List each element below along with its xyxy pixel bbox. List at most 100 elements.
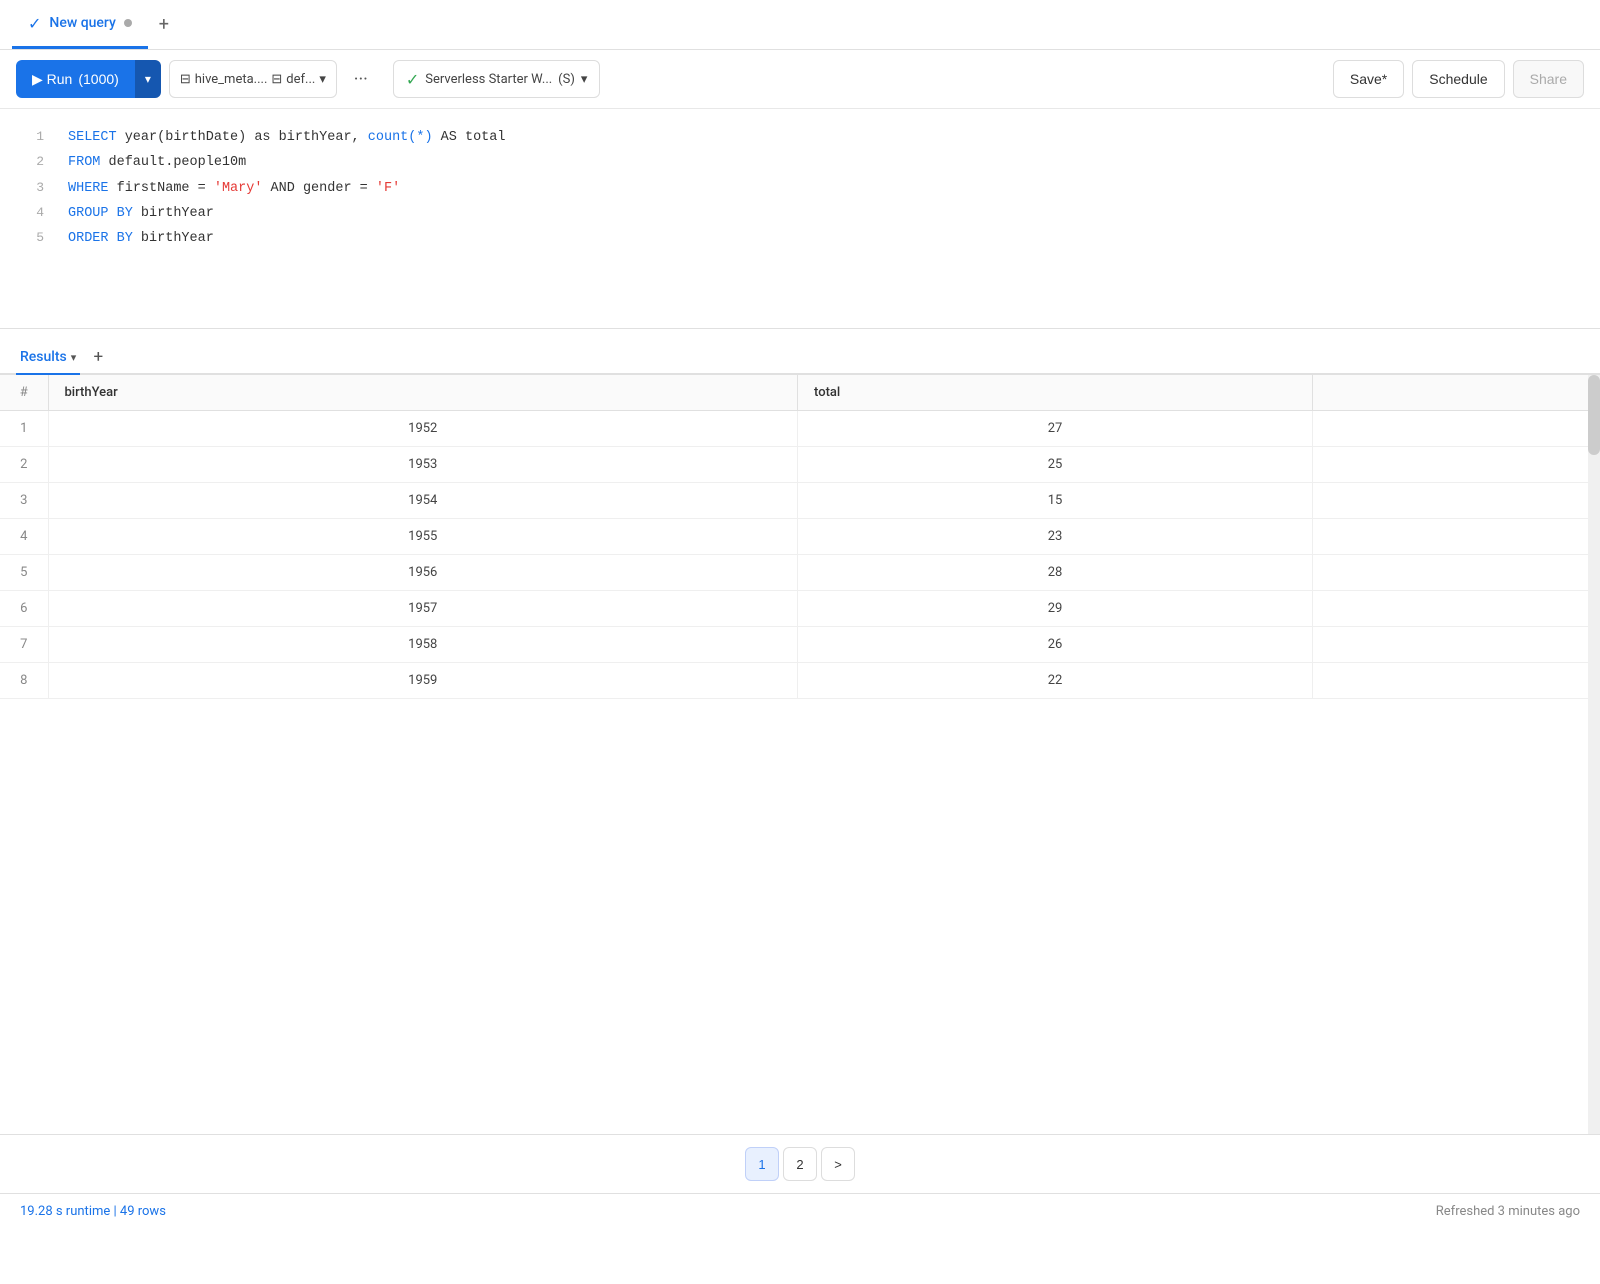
line-content: ORDER BY birthYear [68,227,214,251]
cell-empty [1313,627,1600,663]
tab-title: New query [49,15,115,31]
warehouse-check-icon: ✓ [406,70,419,89]
code-line: 4 GROUP BY birthYear [0,201,1600,226]
line-number: 2 [16,150,44,173]
scrollbar-track[interactable] [1588,375,1600,1134]
tab-unsaved-dot [124,19,132,27]
code-line: 3WHERE firstName = 'Mary' AND gender = '… [0,176,1600,201]
warehouse-size: (S) [558,72,575,87]
code-editor[interactable]: 1 SELECT year(birthDate) as birthYear, co… [0,109,1600,329]
code-token-plain: birthYear [133,231,214,246]
line-content: FROM default.people10m [68,151,246,175]
db-name: hive_meta.... [195,72,268,87]
cell-birthYear: 1958 [48,627,798,663]
more-options-button[interactable]: ··· [345,60,377,98]
refreshed-status: Refreshed 3 minutes ago [1436,1204,1580,1219]
db-sep-icon: ⊟ [271,72,282,87]
database-selector[interactable]: ⊟ hive_meta.... ⊟ def... ▾ [169,60,337,98]
warehouse-selector[interactable]: ✓ Serverless Starter W... (S) ▾ [393,60,601,98]
line-content: GROUP BY birthYear [68,202,214,226]
results-tabs: Results ▾ + [0,329,1600,375]
table-row: 5195628 [0,555,1600,591]
cell-empty [1313,483,1600,519]
scrollbar-thumb[interactable] [1588,375,1600,455]
share-button: Share [1513,60,1584,98]
line-number: 4 [16,201,44,224]
column-header-empty [1313,375,1600,411]
runtime-status: 19.28 s runtime | 49 rows [20,1204,166,1219]
cell-num: 6 [0,591,48,627]
results-tab[interactable]: Results ▾ [16,341,80,375]
code-line: 1 SELECT year(birthDate) as birthYear, co… [0,125,1600,150]
cell-num: 2 [0,447,48,483]
code-token-plain: year(birthDate) as birthYear, [117,130,368,145]
cell-empty [1313,411,1600,447]
save-button[interactable]: Save* [1333,60,1404,98]
results-table-wrapper: #birthYeartotal 119522721953253195415419… [0,375,1600,1134]
results-section: Results ▾ + #birthYeartotal 119522721953… [0,329,1600,1193]
dropdown-arrow-icon: ▾ [145,72,151,86]
code-token-keyword: SELECT [68,130,117,145]
code-token-fn: count(*) [368,130,433,145]
cell-total: 22 [798,663,1313,699]
results-chevron-icon: ▾ [71,351,77,364]
code-line: 2 FROM default.people10m [0,150,1600,175]
warehouse-chevron-icon: ▾ [581,72,588,87]
line-number: 3 [16,176,44,199]
code-token-string: 'F' [376,181,400,196]
table-row: 1195227 [0,411,1600,447]
code-token-keyword: GROUP BY [68,206,133,221]
line-content: SELECT year(birthDate) as birthYear, cou… [68,126,506,150]
cell-empty [1313,591,1600,627]
tab-check-icon: ✓ [28,14,41,33]
query-tab[interactable]: ✓ New query [12,0,148,49]
cell-total: 23 [798,519,1313,555]
cell-birthYear: 1952 [48,411,798,447]
cell-birthYear: 1953 [48,447,798,483]
table-row: 8195922 [0,663,1600,699]
column-header-#: # [0,375,48,411]
cell-birthYear: 1954 [48,483,798,519]
cell-num: 5 [0,555,48,591]
next-page-button[interactable]: > [821,1147,855,1181]
cell-num: 4 [0,519,48,555]
tab-bar: ✓ New query + [0,0,1600,50]
cell-total: 15 [798,483,1313,519]
cell-total: 25 [798,447,1313,483]
cell-empty [1313,519,1600,555]
code-token-string: 'Mary' [214,181,263,196]
table-row: 3195415 [0,483,1600,519]
status-bar: 19.28 s runtime | 49 rows Refreshed 3 mi… [0,1193,1600,1229]
run-button-group: ▶ Run (1000) ▾ [16,60,161,98]
code-token-keyword: FROM [68,155,100,170]
page-button-2[interactable]: 2 [783,1147,817,1181]
cell-birthYear: 1956 [48,555,798,591]
cell-num: 1 [0,411,48,447]
cell-total: 26 [798,627,1313,663]
cell-num: 3 [0,483,48,519]
run-button[interactable]: ▶ Run (1000) [16,60,135,98]
toolbar: ▶ Run (1000) ▾ ⊟ hive_meta.... ⊟ def... … [0,50,1600,109]
cell-total: 28 [798,555,1313,591]
code-token-plain: firstName = [109,181,214,196]
page-button-1[interactable]: 1 [745,1147,779,1181]
db-chevron-icon: ▾ [319,72,326,87]
cell-total: 27 [798,411,1313,447]
line-number: 1 [16,125,44,148]
column-header-birthyear: birthYear [48,375,798,411]
cell-total: 29 [798,591,1313,627]
column-header-total: total [798,375,1313,411]
table-row: 6195729 [0,591,1600,627]
schedule-button[interactable]: Schedule [1412,60,1504,98]
run-dropdown-button[interactable]: ▾ [135,60,161,98]
cell-empty [1313,663,1600,699]
new-tab-button[interactable]: + [148,9,180,41]
add-result-tab-button[interactable]: + [84,343,112,371]
code-token-keyword: ORDER BY [68,231,133,246]
db-icon: ⊟ [180,72,191,87]
code-token-plain: birthYear [133,206,214,221]
pagination: 12> [0,1134,1600,1193]
table-row: 7195826 [0,627,1600,663]
cell-birthYear: 1957 [48,591,798,627]
results-table: #birthYeartotal 119522721953253195415419… [0,375,1600,699]
